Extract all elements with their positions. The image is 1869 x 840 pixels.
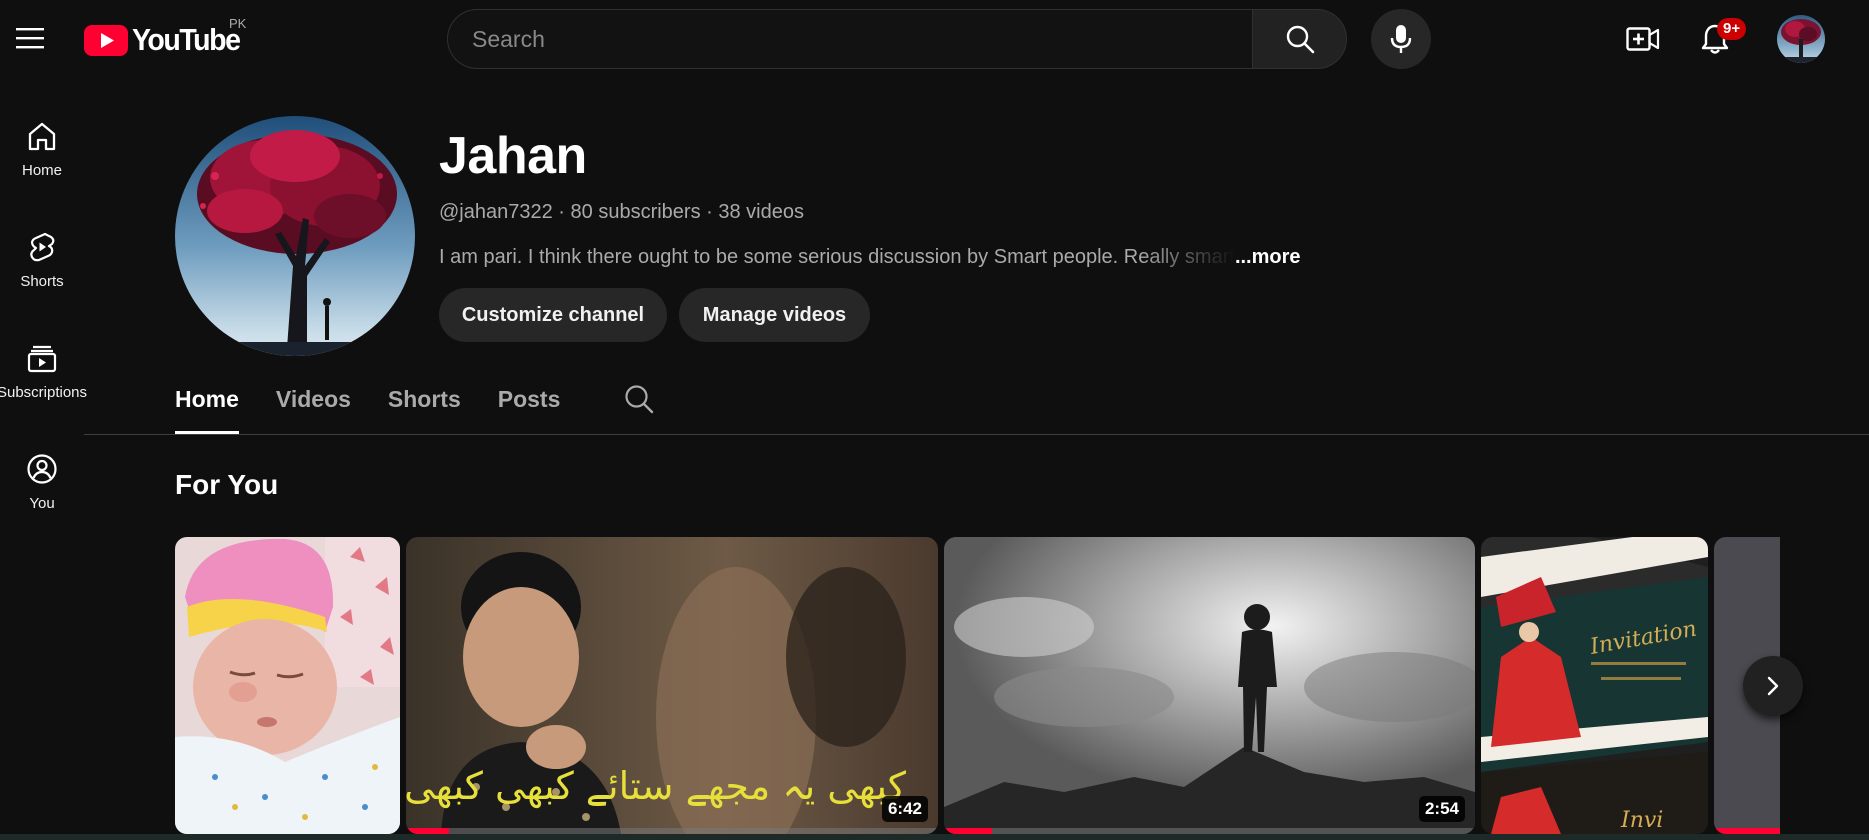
video-shelf: کبھی یہ مجھے ستائے کبھی کبھی 6:42 2:54 I… [175,537,1780,834]
channel-name: Jahan [439,127,587,185]
tree-avatar-image [1777,15,1825,63]
guide-item-subscriptions[interactable]: Subscriptions [0,322,88,414]
subscriber-count: 80 subscribers [570,201,701,223]
search-bar [447,9,1347,69]
channel-metadata: @jahan7322 · 80 subscribers · 38 videos [439,201,804,224]
singer-portrait-thumbnail: کبھی یہ مجھے ستائے کبھی کبھی [406,537,938,834]
you-icon [26,453,58,485]
guide-item-label: Home [21,162,62,179]
youtube-logo[interactable]: YouTube [84,18,249,62]
video-duration: 2:54 [1418,796,1465,822]
section-title: For You [175,469,279,500]
bottom-strip [0,834,1869,840]
masthead: YouTube PK 9+ [0,0,1869,78]
svg-text:کبھی یہ مجھے ستائے کبھی کبھی: کبھی یہ مجھے ستائے کبھی کبھی [406,764,907,809]
guide-item-label: You [29,495,55,512]
wedding-invitation-thumbnail: Invitation Invi [1481,537,1708,834]
video-thumbnail[interactable]: کبھی یہ مجھے ستائے کبھی کبھی 6:42 [406,537,938,834]
youtube-play-icon [84,24,128,56]
description-text: I am pari. I think there ought to be som… [439,246,1235,268]
customize-channel-button[interactable]: Customize channel [439,288,667,342]
video-duration: 6:42 [881,796,928,822]
channel-avatar[interactable] [175,116,415,356]
video-thumbnail[interactable]: Invitation Invi [1481,537,1708,834]
channel-handle: @jahan7322 [439,201,553,223]
guide-item-shorts[interactable]: Shorts [0,211,84,303]
shorts-icon [26,231,58,263]
tab-home[interactable]: Home [175,378,239,434]
create-button[interactable] [1620,16,1666,62]
video-thumbnail[interactable] [175,537,400,834]
channel-description[interactable]: I am pari. I think there ought to be som… [439,246,1339,269]
menu-button[interactable] [10,18,50,58]
guide-sidebar: Home Shorts Subscriptions You [0,78,88,840]
tree-avatar-image [175,116,415,356]
meta-separator: · [552,201,571,223]
newborn-baby-thumbnail [175,537,400,834]
guide-item-label: Subscriptions [0,384,88,401]
search-icon [625,385,654,414]
video-add-icon [1626,27,1660,51]
search-icon [1286,25,1314,54]
video-thumbnail[interactable]: 2:54 [944,537,1475,834]
search-input[interactable] [447,9,1252,69]
channel-search-button[interactable] [624,384,654,414]
svg-text:Invi: Invi [1620,808,1663,833]
guide-item-home[interactable]: Home [0,100,84,192]
meta-separator: · [700,201,719,223]
search-button[interactable] [1252,9,1347,69]
logo-wordmark: YouTube [132,22,241,57]
subscriptions-icon [26,342,58,374]
tabs-divider [84,434,1869,435]
account-avatar[interactable] [1777,15,1825,63]
guide-item-label: Shorts [20,273,64,290]
tab-videos[interactable]: Videos [276,378,351,434]
shelf-next-button[interactable] [1743,656,1803,716]
manage-videos-button[interactable]: Manage videos [679,288,870,342]
video-count: 38 videos [718,201,804,223]
hamburger-icon [16,28,44,49]
tab-posts[interactable]: Posts [498,378,561,434]
voice-search-button[interactable] [1371,9,1431,69]
silhouette-mountain-thumbnail [944,537,1475,834]
tab-shorts[interactable]: Shorts [388,378,461,434]
chevron-right-icon [1767,676,1779,696]
description-more-link[interactable]: ...more [1235,246,1301,268]
channel-tabs: Home Videos Shorts Posts [175,378,597,434]
microphone-icon [1390,25,1412,53]
country-code: PK [229,16,247,31]
home-icon [26,120,58,152]
guide-item-you[interactable]: You [0,433,84,525]
notification-count-badge: 9+ [1717,18,1747,40]
